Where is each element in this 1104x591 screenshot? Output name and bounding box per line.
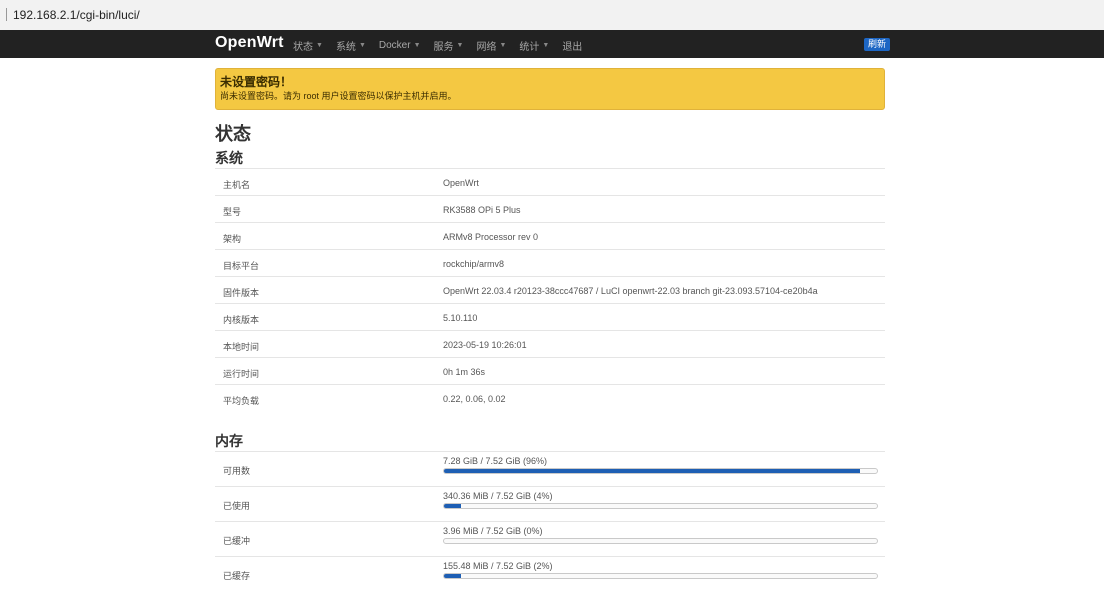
- row-value: OpenWrt 22.03.4 r20123-38ccc47687 / LuCI…: [443, 286, 818, 296]
- memory-progress-bar: [443, 573, 878, 579]
- alert-message: 尚未设置密码。请为 root 用户设置密码以保护主机并启用。: [220, 91, 457, 101]
- memory-progress-bar: [443, 468, 878, 474]
- row-value: 2023-05-19 10:26:01: [443, 340, 527, 350]
- menu-system[interactable]: 系统 ▼: [336, 38, 366, 53]
- row-key: 架构: [223, 234, 242, 244]
- menu-network-label: 网络: [476, 42, 497, 53]
- memory-progress-fill: [444, 469, 860, 473]
- row-key: 本地时间: [223, 342, 260, 352]
- system-heading: 系统: [215, 150, 243, 166]
- row-key: 型号: [223, 207, 242, 217]
- menu-system-label: 系统: [335, 42, 356, 53]
- memory-progress-fill: [444, 504, 462, 508]
- table-row: 主机名 OpenWrt: [215, 168, 885, 195]
- menu-network[interactable]: 网络 ▼: [476, 38, 506, 53]
- memory-usage-text: 3.96 MiB / 7.52 GiB (0%): [443, 526, 543, 536]
- menu-logout[interactable]: 退出: [562, 38, 582, 53]
- row-key: 运行时间: [223, 369, 260, 379]
- menu-logout-label: 退出: [562, 42, 583, 53]
- row-value: RK3588 OPi 5 Plus: [443, 205, 521, 215]
- chevron-down-icon: ▼: [456, 42, 464, 49]
- memory-heading: 内存: [215, 433, 243, 449]
- row-key: 固件版本: [223, 288, 260, 298]
- menu-statistics[interactable]: 统计 ▼: [519, 38, 549, 53]
- chevron-down-icon: ▼: [358, 42, 366, 49]
- row-value: rockchip/armv8: [443, 259, 505, 269]
- password-warning-alert: 未设置密码！ 尚未设置密码。请为 root 用户设置密码以保护主机并启用。: [215, 68, 885, 110]
- memory-usage-text: 155.48 MiB / 7.52 GiB (2%): [443, 561, 553, 571]
- alert-title: 未设置密码！: [220, 75, 293, 89]
- row-value: 5.10.110: [443, 313, 478, 323]
- memory-usage-text: 7.28 GiB / 7.52 GiB (96%): [443, 456, 548, 466]
- refresh-button[interactable]: 刷新: [864, 38, 891, 51]
- row-value: ARMv8 Processor rev 0: [443, 232, 539, 242]
- chevron-down-icon: ▼: [413, 42, 421, 49]
- memory-progress-bar: [443, 503, 878, 509]
- row-key: 主机名: [223, 180, 251, 190]
- menu-docker[interactable]: Docker ▼: [379, 38, 421, 53]
- memory-key: 已缓存: [223, 571, 251, 581]
- table-row: 架构 ARMv8 Processor rev 0: [215, 222, 885, 249]
- row-key: 平均负载: [223, 396, 260, 406]
- table-row: 固件版本 OpenWrt 22.03.4 r20123-38ccc47687 / …: [215, 276, 885, 303]
- menu-docker-label: Docker: [378, 40, 411, 51]
- row-value: 0h 1m 36s: [443, 367, 486, 377]
- memory-progress-bar: [443, 538, 878, 544]
- row-value: 0.22, 0.06, 0.02: [443, 394, 506, 404]
- chevron-down-icon: ▼: [316, 42, 323, 49]
- address-bar-divider: [6, 8, 7, 21]
- table-row: 本地时间 2023-05-19 10:26:01: [215, 330, 885, 357]
- main-menu: 状态 ▼ 系统 ▼ Docker ▼ 服务 ▼ 网络 ▼ 统计 ▼ 退出: [293, 38, 595, 53]
- menu-services[interactable]: 服务 ▼: [434, 38, 464, 53]
- url-text[interactable]: 192.168.2.1/cgi-bin/luci/: [13, 8, 140, 22]
- menu-services-label: 服务: [433, 42, 454, 53]
- memory-key: 已使用: [223, 501, 251, 511]
- table-row: 内核版本 5.10.110: [215, 303, 885, 330]
- table-row: 型号 RK3588 OPi 5 Plus: [215, 195, 885, 222]
- menu-status[interactable]: 状态 ▼: [293, 38, 323, 53]
- chevron-down-icon: ▼: [499, 42, 507, 49]
- top-navbar: OpenWrt 状态 ▼ 系统 ▼ Docker ▼ 服务 ▼ 网络 ▼ 统计 ▼ 退出 刷…: [0, 30, 1104, 58]
- memory-row: 已使用 340.36 MiB / 7.52 GiB (4%): [215, 486, 885, 521]
- row-value: OpenWrt: [443, 178, 479, 188]
- chevron-down-icon: ▼: [542, 42, 550, 49]
- memory-row: 可用数 7.28 GiB / 7.52 GiB (96%): [215, 451, 885, 486]
- menu-statistics-label: 统计: [519, 42, 540, 53]
- row-key: 目标平台: [223, 261, 260, 271]
- memory-row: 已缓冲 3.96 MiB / 7.52 GiB (0%): [215, 521, 885, 556]
- menu-status-label: 状态: [293, 42, 313, 53]
- page-title: 状态: [215, 124, 251, 144]
- brand-logo[interactable]: OpenWrt: [215, 34, 284, 52]
- row-key: 内核版本: [223, 315, 260, 325]
- table-row: 目标平台 rockchip/armv8: [215, 249, 885, 276]
- table-row: 平均负载 0.22, 0.06, 0.02: [215, 384, 885, 411]
- memory-usage-text: 340.36 MiB / 7.52 GiB (4%): [443, 491, 553, 501]
- memory-key: 已缓冲: [223, 536, 251, 546]
- table-row: 运行时间 0h 1m 36s: [215, 357, 885, 384]
- memory-progress-fill: [444, 574, 462, 578]
- memory-key: 可用数: [223, 466, 251, 476]
- address-bar[interactable]: 192.168.2.1/cgi-bin/luci/: [0, 0, 1104, 30]
- memory-row: 已缓存 155.48 MiB / 7.52 GiB (2%): [215, 556, 885, 591]
